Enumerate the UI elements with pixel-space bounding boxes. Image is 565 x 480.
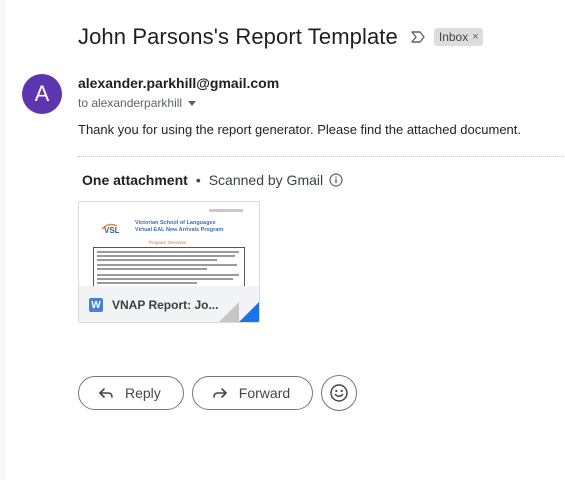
preview-text-line	[97, 259, 217, 261]
action-bar: Reply Forward	[78, 375, 358, 411]
vsl-logo-icon: VSL	[101, 223, 120, 234]
attachment-file-name: VNAP Report: Jo...	[112, 298, 219, 312]
preview-text-line	[97, 278, 233, 280]
page-corner-fold-icon	[239, 302, 259, 322]
forward-label: Forward	[238, 385, 291, 401]
emoji-reaction-button[interactable]	[321, 375, 358, 411]
preview-text-line	[97, 264, 237, 266]
attachments-header: One attachment • Scanned by Gmail	[82, 172, 343, 188]
attachment-card[interactable]: VSL Victorian School of Languages Virtua…	[78, 201, 260, 323]
remove-label-icon[interactable]: ×	[472, 31, 478, 43]
preview-text-line	[97, 274, 239, 276]
scanned-by-gmail: Scanned by Gmail	[208, 172, 324, 188]
email-subject: John Parsons's Report Template	[78, 24, 398, 49]
reply-label: Reply	[125, 385, 161, 401]
reply-button[interactable]: Reply	[78, 376, 184, 410]
reply-icon	[97, 384, 115, 402]
subject-row: John Parsons's Report Template Inbox ×	[78, 24, 483, 50]
svg-text:VSL: VSL	[104, 226, 120, 234]
forward-icon	[211, 384, 229, 402]
separator-dot: •	[195, 172, 201, 188]
left-rail	[0, 0, 6, 480]
preview-text-line	[97, 282, 197, 284]
word-document-icon: W	[89, 298, 103, 312]
preview-title-line2: Virtual EAL New Arrivals Program	[135, 227, 224, 233]
label-important-icon[interactable]	[410, 29, 426, 45]
preview-school-name: Victorian School of Languages Virtual EA…	[135, 220, 223, 234]
attachment-count: One attachment	[82, 172, 188, 188]
sender-email[interactable]: alexander.parkhill@gmail.com	[78, 75, 279, 91]
sender-avatar[interactable]: A	[22, 74, 62, 114]
corner-fold-shade	[219, 302, 239, 322]
inbox-label-text: Inbox	[438, 30, 469, 44]
attachment-footer: W VNAP Report: Jo...	[79, 286, 259, 322]
preview-heading: Program Overview	[149, 240, 187, 245]
preview-text-line	[97, 251, 239, 253]
forward-button[interactable]: Forward	[191, 376, 314, 410]
emoji-smile-icon	[330, 384, 348, 402]
recipient-text: to alexanderparkhill	[78, 96, 183, 110]
preview-title-line1: Victorian School of Languages	[135, 220, 216, 226]
chevron-down-icon[interactable]	[188, 100, 197, 106]
word-icon-letter: W	[91, 299, 101, 311]
preview-text-line	[97, 268, 207, 270]
attachment-preview: VSL Victorian School of Languages Virtua…	[79, 202, 259, 289]
preview-date-line	[209, 209, 243, 212]
avatar-letter: A	[34, 81, 50, 106]
inbox-label-chip[interactable]: Inbox ×	[433, 28, 483, 46]
recipient-line[interactable]: to alexanderparkhill	[78, 96, 197, 110]
attachments-divider	[78, 156, 564, 157]
email-body: Thank you for using the report generator…	[78, 122, 522, 137]
info-icon[interactable]	[329, 173, 343, 187]
preview-text-line	[97, 255, 235, 257]
